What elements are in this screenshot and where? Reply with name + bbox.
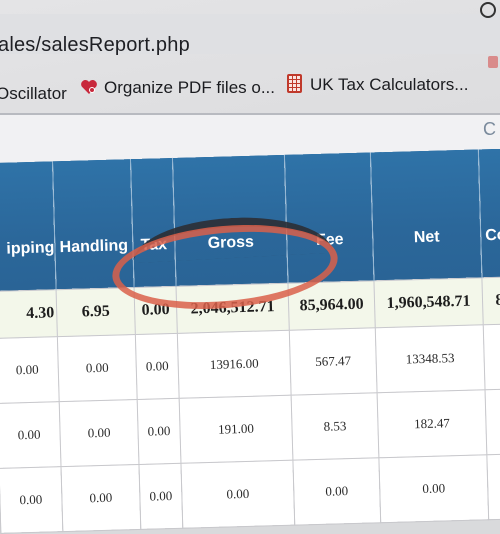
cell-gross: 0.00 (180, 460, 295, 529)
cell-shipping: 0.00 (0, 401, 62, 469)
column-header-co[interactable]: Co (478, 148, 500, 278)
cell-fee: 0.00 (292, 457, 381, 526)
total-handling: 6.95 (56, 287, 136, 337)
cell-tax: 0.00 (137, 398, 181, 465)
bookmark-organize-pdf[interactable]: Organize PDF files o... (80, 78, 275, 98)
cell-handling: 0.00 (59, 399, 139, 467)
cell-fee: 8.53 (291, 392, 379, 461)
heart-icon (81, 80, 97, 94)
bookmark-uk-tax[interactable]: UK Tax Calculators... (287, 74, 468, 95)
cell-net: 13348.53 (375, 324, 486, 393)
address-bar[interactable]: ales/salesReport.php (0, 14, 500, 57)
bookmark-label: Oscillator (0, 84, 67, 103)
cell-handling: 0.00 (57, 334, 138, 402)
cell-fee: 567.47 (289, 327, 378, 396)
cell-co (485, 388, 500, 455)
column-header-shipping[interactable]: ipping (0, 161, 57, 292)
bookmarks-bar: Oscillator Organize PDF files o... UK Ta… (0, 74, 500, 110)
bookmark-oscillator[interactable]: Oscillator (0, 84, 67, 104)
total-shipping: 4.30 (0, 289, 58, 339)
cell-tax: 0.00 (138, 463, 183, 530)
column-header-net[interactable]: Net (370, 149, 482, 281)
cell-handling: 0.00 (61, 464, 141, 532)
cell-gross: 13916.00 (177, 330, 292, 399)
corner-label: C (483, 119, 496, 139)
total-co: 80 (481, 276, 500, 325)
url-text[interactable]: ales/salesReport.php (0, 34, 190, 57)
cell-shipping: 0.00 (0, 336, 60, 404)
cell-gross: 191.00 (179, 395, 293, 464)
cell-tax: 0.00 (135, 333, 180, 400)
table-row: 0.00 0.00 0.00 0.00 0.00 0.00 (0, 453, 500, 534)
sales-report-table: ipping Handling Tax Gross Fee Net Co 4.3… (0, 148, 500, 534)
zoom-icon[interactable] (480, 2, 496, 18)
total-net: 1,960,548.71 (373, 277, 484, 328)
cell-shipping: 0.00 (0, 466, 63, 534)
sales-report-table-wrap: ipping Handling Tax Gross Fee Net Co 4.3… (0, 148, 500, 534)
cell-co (486, 453, 500, 520)
cell-net: 0.00 (378, 454, 489, 523)
cell-co (483, 323, 500, 390)
cell-net: 182.47 (377, 389, 487, 458)
divider (0, 113, 500, 115)
calculator-icon (287, 74, 302, 93)
extension-icon[interactable] (488, 56, 498, 68)
photo-of-screen: ales/salesReport.php Oscillator Organize… (0, 0, 500, 534)
bookmark-label: UK Tax Calculators... (310, 75, 469, 94)
bookmark-label: Organize PDF files o... (104, 78, 276, 97)
